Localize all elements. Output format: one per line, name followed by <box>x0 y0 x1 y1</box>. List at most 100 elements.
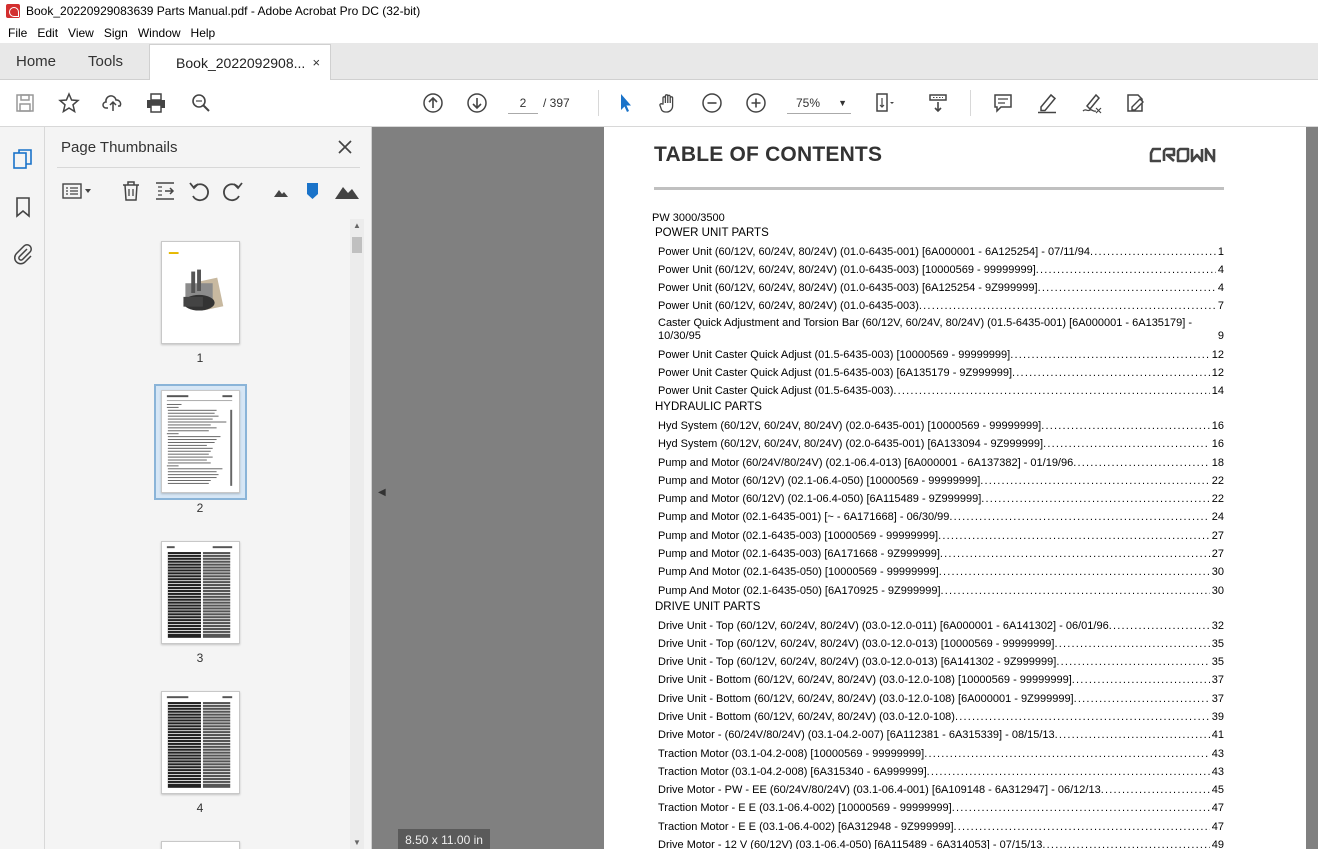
menu-file[interactable]: File <box>3 26 32 40</box>
acrobat-app-icon <box>6 4 20 18</box>
page-down-icon[interactable] <box>464 90 490 116</box>
toc-entry[interactable]: Power Unit (60/12V, 60/24V, 80/24V) (01.… <box>658 300 1224 312</box>
toc-entry[interactable]: Pump and Motor (02.1-6435-001) [~ - 6A17… <box>658 511 1224 523</box>
toc-entry[interactable]: Drive Unit - Top (60/12V, 60/24V, 80/24V… <box>658 656 1224 668</box>
fill-sign-icon[interactable] <box>1122 90 1148 116</box>
close-icon[interactable] <box>335 137 355 157</box>
toc-entry[interactable]: Drive Motor - (60/24V/80/24V) (03.1-04.2… <box>658 729 1224 741</box>
toc-entry[interactable]: Traction Motor (03.1-04.2-008) [10000569… <box>658 748 1224 760</box>
thumbnail-label: 2 <box>196 501 204 515</box>
toc-entry[interactable]: Traction Motor - E E (03.1-06.4-002) [6A… <box>658 821 1224 833</box>
bookmark-star-icon[interactable] <box>56 90 82 116</box>
page-up-icon[interactable] <box>420 90 446 116</box>
thumbnail-image <box>161 241 240 344</box>
page-fit-icon[interactable] <box>871 90 897 116</box>
thumbnail-scrollbar[interactable]: ▲ ▼ <box>350 219 364 849</box>
delete-page-icon[interactable] <box>119 179 143 203</box>
thumbnail-options-icon[interactable] <box>61 179 95 203</box>
scroll-mode-icon[interactable] <box>925 90 951 116</box>
toc-entry[interactable]: Pump And Motor (02.1-6435-050) [6A170925… <box>658 585 1224 597</box>
toc-entry[interactable]: Power Unit Caster Quick Adjust (01.5-643… <box>658 385 1224 397</box>
rotate-ccw-icon[interactable] <box>187 179 211 203</box>
menu-sign[interactable]: Sign <box>99 26 133 40</box>
toc-title: TABLE OF CONTENTS <box>654 143 883 166</box>
extract-page-icon[interactable] <box>153 179 177 203</box>
menu-help[interactable]: Help <box>186 26 221 40</box>
toc-entry[interactable]: Traction Motor - E E (03.1-06.4-002) [10… <box>658 802 1224 814</box>
toc-entry[interactable]: Drive Unit - Top (60/12V, 60/24V, 80/24V… <box>658 638 1224 650</box>
thumbnail-image <box>161 390 240 493</box>
tab-bar: Home Tools Book_2022092908... × <box>0 43 1318 80</box>
tab-document[interactable]: Book_2022092908... × <box>149 44 332 80</box>
pdf-page: TABLE OF CONTENTS PW 3000/3500 POWER UNI… <box>604 127 1306 849</box>
toolbar-divider <box>970 90 971 116</box>
toc-entry[interactable]: Hyd System (60/12V, 60/24V, 80/24V) (02.… <box>658 420 1224 432</box>
zoom-value: 75% <box>796 95 821 110</box>
select-cursor-icon[interactable] <box>612 90 638 116</box>
toc-entry[interactable]: Drive Motor - PW - EE (60/24V/80/24V) (0… <box>658 784 1224 796</box>
toc-entry-line-2: 10/30/95 <box>658 330 701 342</box>
panel-divider <box>57 167 360 168</box>
scroll-up-icon[interactable]: ▲ <box>353 221 361 230</box>
toc-entry[interactable]: Pump and Motor (02.1-6435-003) [10000569… <box>658 530 1224 542</box>
thumbnail-small-icon[interactable] <box>269 179 293 203</box>
thumbnail-large-icon[interactable] <box>333 179 361 203</box>
zoom-select[interactable]: 75% ▼ <box>787 92 851 114</box>
toc-entry[interactable]: Power Unit (60/12V, 60/24V, 80/24V) (01.… <box>658 246 1224 258</box>
sign-icon[interactable] <box>1079 90 1105 116</box>
menu-view[interactable]: View <box>63 26 99 40</box>
toc-entry[interactable]: Hyd System (60/12V, 60/24V, 80/24V) (02.… <box>658 438 1224 450</box>
thumbnail-label: 4 <box>196 801 204 815</box>
toc-entry[interactable]: Drive Unit - Bottom (60/12V, 60/24V, 80/… <box>658 674 1224 686</box>
find-icon[interactable] <box>188 90 214 116</box>
attachments-icon[interactable] <box>11 241 35 265</box>
document-canvas[interactable]: ◀ 8.50 x 11.00 in TABLE OF CONTENTS PW 3… <box>372 127 1318 849</box>
chevron-down-icon: ▼ <box>838 97 847 108</box>
menu-window[interactable]: Window <box>133 26 186 40</box>
toc-entry[interactable]: Power Unit Caster Quick Adjust (01.5-643… <box>658 349 1224 361</box>
thumbnail-page-5-partial[interactable] <box>161 841 240 849</box>
scroll-down-icon[interactable]: ▼ <box>353 838 361 847</box>
zoom-in-icon[interactable] <box>743 90 769 116</box>
left-nav-rail <box>0 127 45 849</box>
zoom-out-icon[interactable] <box>699 90 725 116</box>
save-icon[interactable] <box>12 90 38 116</box>
comment-icon[interactable] <box>990 90 1016 116</box>
toc-entry[interactable]: Pump and Motor (60/12V) (02.1-06.4-050) … <box>658 493 1224 505</box>
thumbnail-label: 3 <box>196 651 204 665</box>
toc-entry[interactable]: Caster Quick Adjustment and Torsion Bar … <box>658 317 1224 343</box>
toc-entry[interactable]: Drive Unit - Bottom (60/12V, 60/24V, 80/… <box>658 711 1224 723</box>
menu-edit[interactable]: Edit <box>32 26 63 40</box>
toc-entry[interactable]: Drive Motor - 12 V (60/12V) (03.1-06.4-0… <box>658 839 1224 849</box>
thumbnail-size-slider-icon[interactable] <box>301 179 325 203</box>
toc-entry[interactable]: Drive Unit - Bottom (60/12V, 60/24V, 80/… <box>658 693 1224 705</box>
share-upload-icon[interactable] <box>100 90 126 116</box>
collapse-panel-icon[interactable]: ◀ <box>378 487 386 498</box>
highlight-icon[interactable] <box>1034 90 1060 116</box>
rotate-cw-icon[interactable] <box>221 179 245 203</box>
toc-entry[interactable]: Power Unit Caster Quick Adjust (01.5-643… <box>658 367 1224 379</box>
page-total-label: / 397 <box>543 96 570 110</box>
toc-entry[interactable]: Drive Unit - Top (60/12V, 60/24V, 80/24V… <box>658 620 1224 632</box>
page-number-input[interactable] <box>508 92 538 114</box>
menu-bar: File Edit View Sign Window Help <box>0 22 1318 43</box>
toc-entry[interactable]: Pump And Motor (02.1-6435-050) [10000569… <box>658 566 1224 578</box>
toc-entry[interactable]: Power Unit (60/12V, 60/24V, 80/24V) (01.… <box>658 282 1224 294</box>
title-bar: Book_20220929083639 Parts Manual.pdf - A… <box>0 0 1318 22</box>
hand-icon[interactable] <box>655 90 681 116</box>
bookmarks-icon[interactable] <box>11 195 35 219</box>
print-icon[interactable] <box>143 90 169 116</box>
section-heading: HYDRAULIC PARTS <box>655 401 762 413</box>
toc-entry[interactable]: Pump and Motor (60/12V) (02.1-06.4-050) … <box>658 475 1224 487</box>
tab-tools[interactable]: Tools <box>72 43 139 79</box>
toc-entry[interactable]: Pump and Motor (02.1-6435-003) [6A171668… <box>658 548 1224 560</box>
toc-entry[interactable]: Pump and Motor (60/24V/80/24V) (02.1-06.… <box>658 457 1224 469</box>
page-thumbnails-icon[interactable] <box>11 147 35 171</box>
toc-entry[interactable]: Power Unit (60/12V, 60/24V, 80/24V) (01.… <box>658 264 1224 276</box>
thumbnail-image <box>161 541 240 644</box>
tab-close-icon[interactable]: × <box>312 55 320 70</box>
tab-home[interactable]: Home <box>0 43 72 79</box>
toc-entry[interactable]: Traction Motor (03.1-04.2-008) [6A315340… <box>658 766 1224 778</box>
scrollbar-thumb[interactable] <box>352 237 362 253</box>
toc-entry-page: 9 <box>1217 330 1224 342</box>
